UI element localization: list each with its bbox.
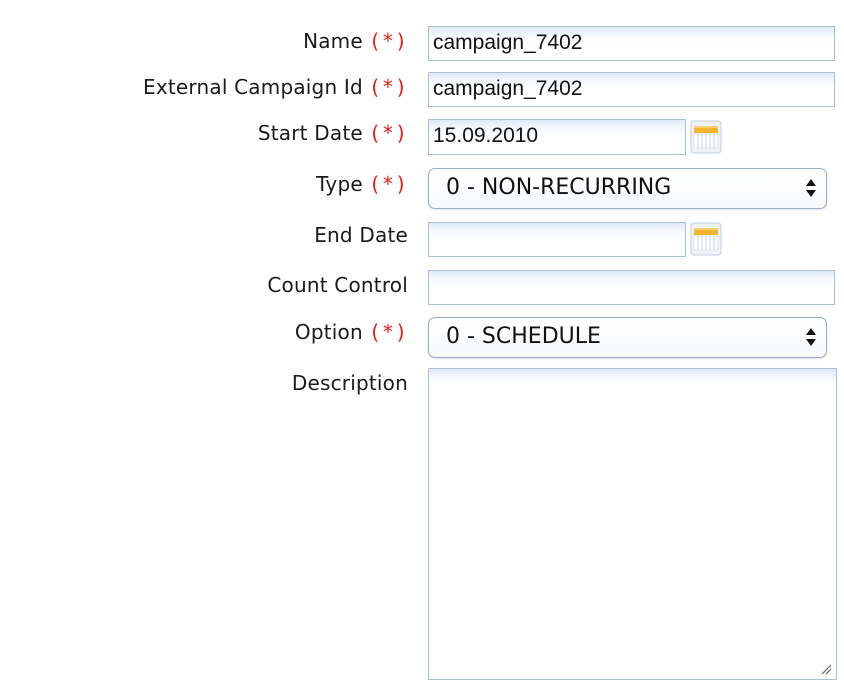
- name-input[interactable]: campaign_7402: [428, 26, 835, 61]
- required-marker: (*): [368, 320, 408, 344]
- required-marker: (*): [368, 75, 408, 99]
- type-select[interactable]: 0 - NON-RECURRING: [428, 168, 827, 209]
- end-date-label-text: End Date: [314, 223, 408, 247]
- required-marker: (*): [368, 29, 408, 53]
- select-arrows-icon: [806, 328, 816, 346]
- description-textarea[interactable]: [428, 368, 837, 680]
- name-label-text: Name: [303, 29, 363, 53]
- name-label: Name (*): [303, 29, 408, 53]
- count-control-input[interactable]: [428, 270, 835, 305]
- external-id-label: External Campaign Id (*): [143, 75, 408, 99]
- start-date-input[interactable]: 15.09.2010: [428, 119, 686, 155]
- start-date-label: Start Date (*): [258, 121, 408, 145]
- external-id-label-text: External Campaign Id: [143, 75, 363, 99]
- calendar-icon[interactable]: [690, 222, 722, 256]
- description-label: Description: [292, 371, 408, 395]
- end-date-input[interactable]: [428, 222, 686, 257]
- type-label: Type (*): [316, 172, 408, 196]
- option-label: Option (*): [295, 320, 408, 344]
- resize-grip-icon[interactable]: [820, 663, 832, 675]
- required-marker: (*): [368, 121, 408, 145]
- description-label-text: Description: [291, 371, 408, 395]
- external-id-input[interactable]: campaign_7402: [428, 72, 835, 107]
- count-control-label-text: Count Control: [267, 273, 408, 297]
- option-select-value: 0 - SCHEDULE: [446, 324, 601, 349]
- required-marker: (*): [368, 172, 408, 196]
- option-select[interactable]: 0 - SCHEDULE: [428, 317, 827, 358]
- count-control-label: Count Control: [267, 273, 408, 297]
- calendar-icon[interactable]: [690, 120, 722, 154]
- option-label-text: Option: [294, 320, 363, 344]
- type-label-text: Type: [316, 172, 363, 196]
- start-date-label-text: Start Date: [257, 121, 363, 145]
- end-date-label: End Date: [314, 223, 408, 247]
- select-arrows-icon: [806, 179, 816, 197]
- type-select-value: 0 - NON-RECURRING: [446, 175, 672, 200]
